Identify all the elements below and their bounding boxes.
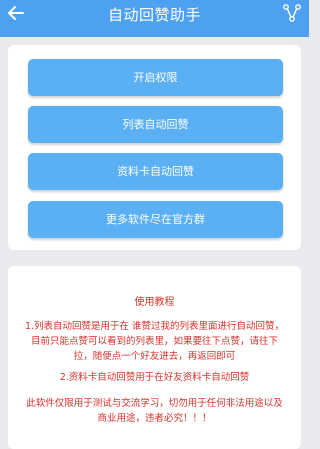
profile-card-auto-like-button[interactable]: 资料卡自动回赞 xyxy=(28,153,283,190)
tutorial-disclaimer: 此软件仅限用于测试与交流学习，切勿用于任何非法用途以及商业用途，违者必究！！！ xyxy=(26,398,283,424)
share-icon[interactable] xyxy=(283,3,301,23)
tutorial-paragraph-1: 1.列表自动回赞是用于在 谁赞过我的列表里面进行自动回赞，目前只能点赞可以看到的… xyxy=(24,321,285,362)
tutorial-paragraph-2: 2.资料卡自动回赞用于在好友资料卡自动回赞 xyxy=(59,372,250,383)
enable-permission-button[interactable]: 开启权限 xyxy=(28,59,283,96)
tutorial-card: 使用教程 1.列表自动回赞是用于在 谁赞过我的列表里面进行自动回赞，目前只能点赞… xyxy=(8,266,301,449)
actions-card: 开启权限 列表自动回赞 资料卡自动回赞 更多软件尽在官方群 xyxy=(8,45,301,250)
more-software-button[interactable]: 更多软件尽在官方群 xyxy=(28,201,283,238)
list-auto-like-button[interactable]: 列表自动回赞 xyxy=(28,106,283,143)
title-bar: 自动回赞助手 xyxy=(0,0,309,37)
tutorial-title: 使用教程 xyxy=(134,297,175,308)
page-title: 自动回赞助手 xyxy=(107,6,201,24)
